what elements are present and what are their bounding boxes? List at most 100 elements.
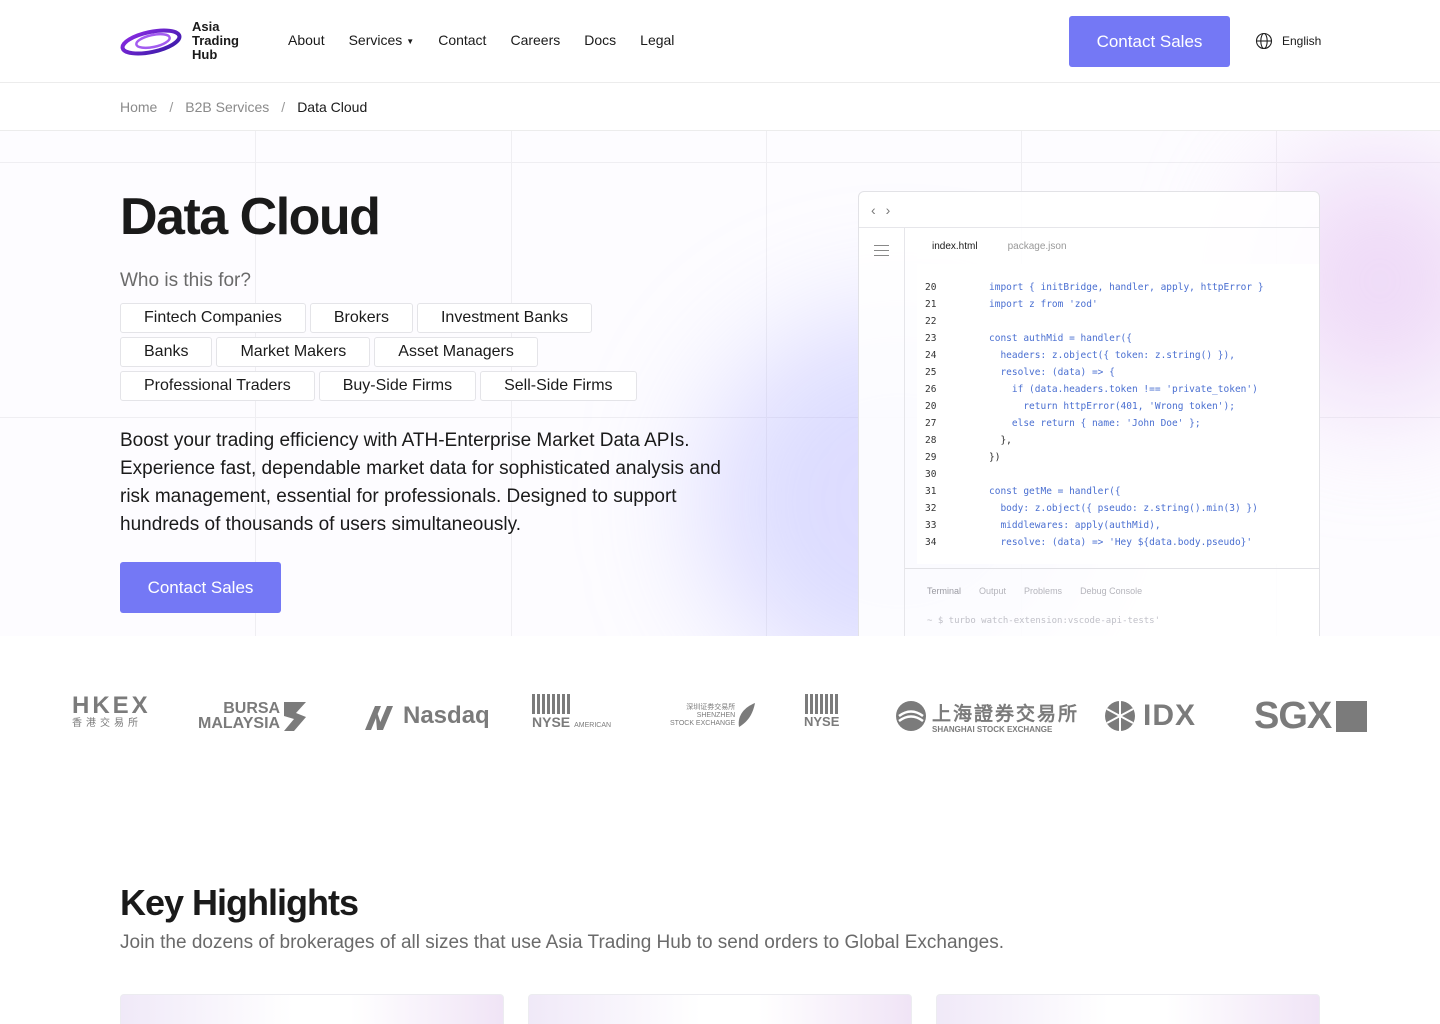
audience-tag: Buy-Side Firms (318, 371, 477, 401)
sgx-logo-text: SGX (1254, 694, 1332, 737)
chevron-left-icon: ‹ (871, 201, 876, 218)
key-highlights-title: Key Highlights (120, 882, 359, 923)
line-number: 26 (925, 384, 937, 395)
sse-chinese: 上海證券交易所 (932, 703, 1080, 725)
line-number: 31 (925, 486, 937, 497)
terminal-line: ~ $ turbo watch-extension:vscode-api-tes… (927, 616, 1160, 626)
highlight-card (936, 994, 1320, 1024)
nyse-american-sub: AMERICAN (574, 722, 612, 729)
nav-legal[interactable]: Legal (640, 32, 674, 48)
code-text: resolve: (data) => { (989, 367, 1115, 378)
brand-name-line-1: Asia (192, 19, 220, 34)
breadcrumb-b2b-services[interactable]: B2B Services (185, 99, 269, 115)
line-number: 30 (925, 469, 937, 480)
sgx-square-icon (1336, 700, 1368, 732)
breadcrumb: Home / B2B Services / Data Cloud (120, 99, 367, 115)
bursa-mark-icon (284, 702, 307, 731)
hero-section: Data Cloud Who is this for? Fintech Comp… (0, 131, 1440, 636)
audience-tag: Fintech Companies (120, 303, 306, 333)
code-text: headers: z.object({ token: z.string() })… (989, 350, 1235, 361)
breadcrumb-separator: / (169, 99, 174, 115)
nav-about[interactable]: About (288, 32, 325, 48)
line-number: 22 (925, 316, 937, 327)
code-text: return httpError(401, 'Wrong token'); (989, 401, 1235, 412)
breadcrumb-home[interactable]: Home (120, 99, 157, 115)
line-number: 33 (925, 520, 937, 531)
code-block: 20 import { initBridge, handler, apply, h… (917, 264, 1319, 564)
audience-tag: Market Makers (216, 337, 371, 367)
szse-chinese: 深圳证券交易所 (686, 704, 736, 711)
line-number: 29 (925, 452, 937, 463)
site-header: Asia Trading Hub About Services ▼ Contact… (0, 0, 1440, 83)
line-number: 25 (925, 367, 937, 378)
code-text: import { initBridge, handler, apply, htt… (989, 282, 1264, 293)
page-title: Data Cloud (120, 188, 381, 246)
header-contact-sales-button[interactable]: Contact Sales (1069, 16, 1230, 67)
language-selector[interactable]: English (1255, 32, 1321, 50)
nav-contact[interactable]: Contact (438, 32, 486, 48)
hkex-logo: HKEX 香港交易所 (72, 694, 151, 738)
line-number: 27 (925, 418, 937, 429)
line-number: 28 (925, 435, 937, 446)
szse-logo: 深圳证券交易所 SHENZHEN STOCK EXCHANGE (670, 694, 757, 738)
hkex-logo-text: HKEX (72, 692, 151, 719)
bursa-logo-text: BURSA MALAYSIA (198, 701, 280, 732)
language-label: English (1282, 34, 1322, 48)
panel-tab-problems: Problems (1024, 586, 1063, 596)
code-text: if (data.headers.token !== 'private_toke… (989, 384, 1258, 395)
code-text: }, (989, 435, 1012, 446)
exchange-logos: HKEX 香港交易所 BURSA MALAYSIA Nasdaq NYSE AM… (0, 636, 1440, 796)
nyse-logo-text: NYSE (804, 714, 840, 729)
code-text: middlewares: apply(authMid), (989, 520, 1161, 531)
nyse-bars-icon (805, 694, 839, 714)
code-text: }) (989, 452, 1001, 463)
code-text: const getMe = handler({ (989, 486, 1121, 497)
audience-tag: Asset Managers (374, 337, 538, 367)
sse-english: SHANGHAI STOCK EXCHANGE (932, 724, 1053, 734)
brand-logo-icon (120, 28, 182, 56)
editor-tab-index-html: index.html (917, 234, 993, 259)
nav-careers[interactable]: Careers (510, 32, 560, 48)
idx-logo: IDX (1103, 694, 1196, 738)
caret-down-icon: ▼ (406, 36, 415, 46)
line-number: 21 (925, 299, 937, 310)
hero-contact-sales-button[interactable]: Contact Sales (120, 562, 281, 613)
breadcrumb-current: Data Cloud (297, 99, 368, 115)
panel-tab-output: Output (979, 586, 1007, 596)
audience-tag: Professional Traders (120, 371, 315, 401)
chevron-right-icon: › (885, 201, 891, 218)
key-highlights-subtitle: Join the dozens of brokerages of all siz… (120, 932, 1005, 953)
breadcrumb-separator: / (281, 99, 286, 115)
panel-tab-terminal: Terminal (927, 586, 962, 596)
nyse-american-name: NYSE (532, 714, 571, 730)
nav-docs[interactable]: Docs (584, 32, 616, 48)
main-nav: About Services ▼ Contact Careers Docs Leg… (288, 32, 674, 48)
sgx-logo: SGX (1254, 694, 1368, 738)
audience-tag: Sell-Side Firms (480, 371, 637, 401)
brand-logo[interactable]: Asia Trading Hub (120, 20, 239, 62)
panel-tabs: Terminal Output Problems Debug Console (927, 586, 1142, 596)
editor-toolbar: ‹ › (859, 192, 1319, 228)
highlight-card (120, 994, 504, 1024)
hero-description: Boost your trading efficiency with ATH-E… (120, 430, 721, 535)
audience-tag: Banks (120, 337, 213, 367)
sse-logo: 上海證券交易所 SHANGHAI STOCK EXCHANGE (894, 694, 1079, 738)
audience-heading: Who is this for? (120, 270, 251, 291)
brand-name: Asia Trading Hub (192, 20, 239, 62)
code-text: body: z.object({ pseudo: z.string().min(… (989, 503, 1258, 514)
nasdaq-mark-icon (365, 706, 393, 730)
brand-name-line-2: Trading (192, 33, 239, 48)
code-text: import z from 'zod' (989, 299, 1098, 310)
panel-divider (905, 568, 1319, 569)
line-number: 24 (925, 350, 937, 361)
nyse-american-logo: NYSE AMERICAN (532, 694, 611, 738)
audience-tag: Investment Banks (416, 303, 593, 333)
globe-icon (1255, 32, 1273, 50)
highlight-card (528, 994, 912, 1024)
audience-tags: Fintech Companies Brokers Investment Ban… (120, 303, 680, 401)
audience-tag: Brokers (309, 303, 413, 333)
nav-services[interactable]: Services ▼ (349, 32, 415, 48)
editor-sidebar (859, 228, 905, 636)
idx-logo-text: IDX (1143, 699, 1197, 732)
nav-services-label: Services (348, 32, 403, 48)
